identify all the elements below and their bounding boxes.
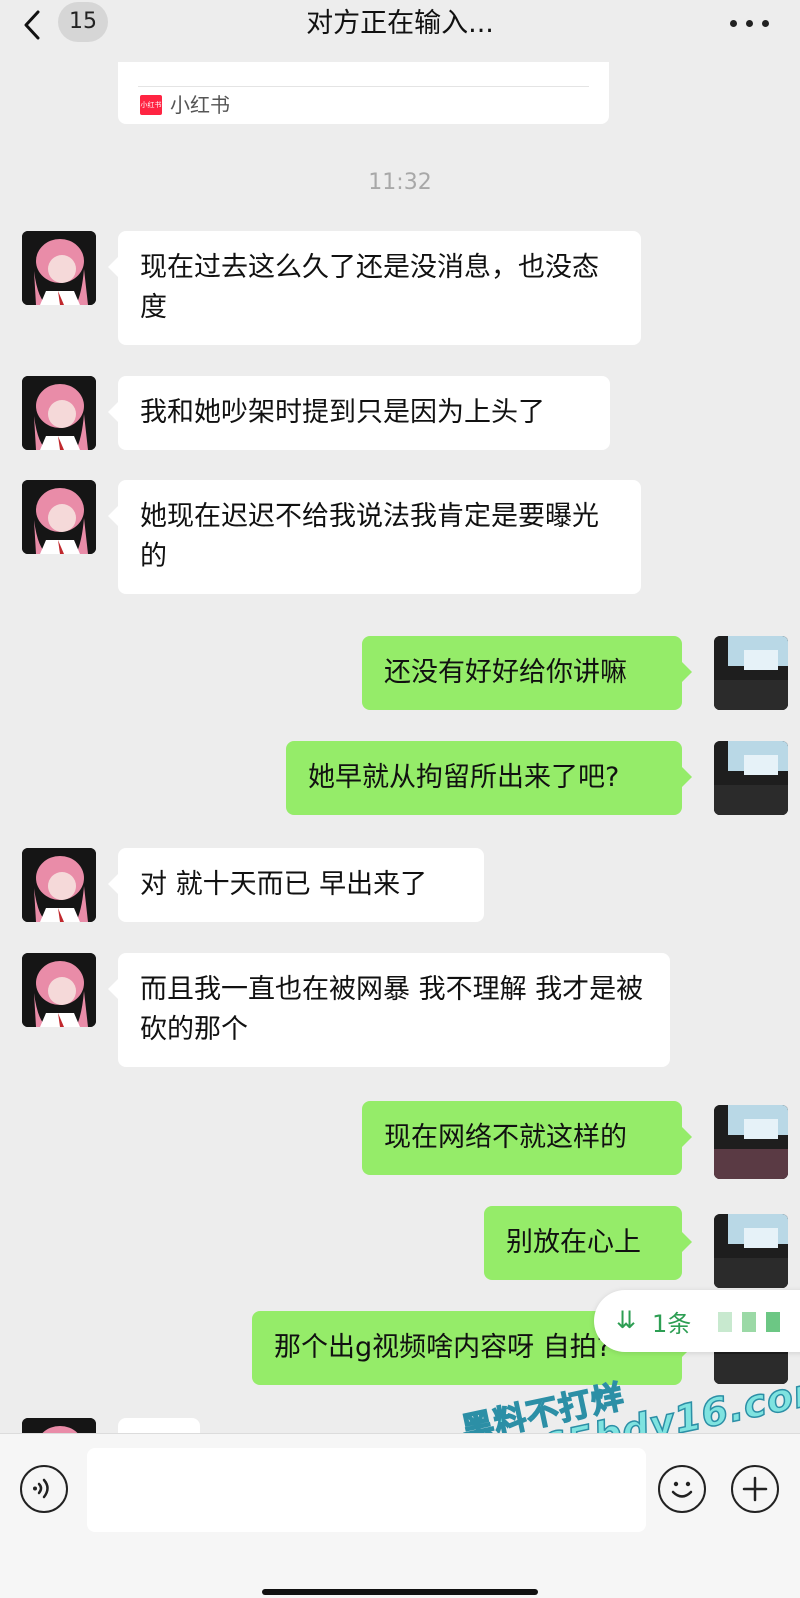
card-source-name: 小红书	[170, 93, 230, 117]
message-timestamp: 11:32	[368, 170, 432, 195]
message-bubble-outgoing[interactable]: 别放在心上	[484, 1206, 692, 1280]
double-chevron-down-icon: ⇊	[616, 1306, 637, 1334]
new-message-count: 1条	[652, 1310, 692, 1338]
plus-button[interactable]	[731, 1465, 779, 1513]
plus-icon	[742, 1476, 768, 1502]
pixelated-avatar-icon	[714, 636, 788, 710]
pixelated-avatar-icon	[714, 1105, 788, 1179]
message-bubble-incoming[interactable]: 对 就十天而已 早出来了	[108, 848, 484, 922]
pixelated-preview	[766, 1312, 780, 1332]
my-avatar[interactable]	[714, 1214, 788, 1288]
more-button[interactable]	[728, 8, 772, 38]
message-input[interactable]	[87, 1448, 646, 1532]
message-bubble-incoming[interactable]: 现在过去这么久了还是没消息，也没态度	[108, 231, 641, 345]
more-dot	[762, 20, 769, 27]
chat-header: 15 对方正在输入...	[0, 0, 800, 48]
message-bubble-incoming[interactable]: 我和她吵架时提到只是因为上头了	[108, 376, 610, 450]
message-bubble-outgoing[interactable]: 还没有好好给你讲嘛	[362, 636, 692, 710]
emoji-button[interactable]	[658, 1465, 706, 1513]
pixelated-preview	[742, 1312, 756, 1332]
voice-icon	[33, 1478, 49, 1499]
contact-avatar[interactable]	[22, 376, 96, 450]
anime-girl-avatar-icon	[22, 480, 96, 554]
my-avatar[interactable]	[714, 636, 788, 710]
message-bubble-outgoing[interactable]: 她早就从拘留所出来了吧?	[286, 741, 692, 815]
home-indicator	[262, 1589, 538, 1595]
contact-avatar[interactable]	[22, 848, 96, 922]
message-bubble-incoming[interactable]: 而且我一直也在被网暴 我不理解 我才是被砍的那个	[108, 953, 670, 1067]
anime-girl-avatar-icon	[22, 376, 96, 450]
more-dot	[746, 20, 753, 27]
anime-girl-avatar-icon	[22, 953, 96, 1027]
new-message-indicator[interactable]: ⇊ 1条	[594, 1290, 800, 1352]
contact-avatar[interactable]	[22, 231, 96, 305]
message-bubble-outgoing[interactable]: 现在网络不就这样的	[362, 1101, 692, 1175]
shared-link-card[interactable]: 小红书 小红书	[118, 62, 609, 124]
more-dots-icon	[730, 20, 737, 27]
pixelated-preview	[718, 1312, 732, 1332]
pixelated-avatar-icon	[714, 1214, 788, 1288]
message-bubble-incoming[interactable]: 她现在迟迟不给我说法我肯定是要曝光的	[108, 480, 641, 594]
chat-title: 对方正在输入...	[306, 8, 494, 39]
xiaohongshu-logo-icon: 小红书	[140, 95, 162, 115]
my-avatar[interactable]	[714, 1105, 788, 1179]
voice-button[interactable]	[20, 1465, 68, 1513]
anime-girl-avatar-icon	[22, 848, 96, 922]
contact-avatar[interactable]	[22, 953, 96, 1027]
my-avatar[interactable]	[714, 741, 788, 815]
anime-girl-avatar-icon	[22, 231, 96, 305]
card-divider	[138, 86, 589, 87]
contact-avatar[interactable]	[22, 480, 96, 554]
emoji-icon	[671, 1481, 693, 1498]
input-bar	[0, 1433, 800, 1598]
pixelated-avatar-icon	[714, 741, 788, 815]
